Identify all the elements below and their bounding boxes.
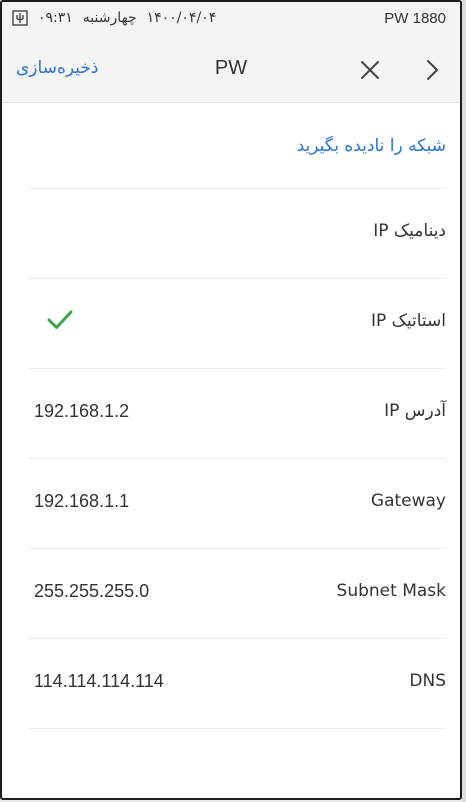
close-icon[interactable] [358, 58, 382, 82]
gateway-label: Gateway [370, 491, 446, 511]
subnet-mask-value: 255.255.255.0 [34, 581, 150, 601]
forget-network-link[interactable]: شبکه را نادیده بگیرید [297, 136, 446, 156]
ip-address-label: آدرس IP [384, 401, 446, 421]
ip-address-row[interactable]: 192.168.1.2 آدرس IP [28, 369, 446, 459]
status-bar: ۰۹:۳۱ چهارشنبه ۱۴۰۰/۰۴/۰۴ PW 1880 [2, 2, 460, 36]
status-time: ۰۹:۳۱ [38, 10, 73, 26]
dynamic-ip-row[interactable]: دینامیک IP [28, 189, 446, 279]
subnet-mask-label: Subnet Mask [336, 581, 446, 601]
phone-screen: ۰۹:۳۱ چهارشنبه ۱۴۰۰/۰۴/۰۴ PW 1880 ذخیره‌… [0, 0, 462, 800]
check-icon [46, 309, 74, 331]
status-day: چهارشنبه [82, 10, 137, 26]
dynamic-ip-label: دینامیک IP [373, 221, 446, 241]
top-app-bar: ذخیره‌سازی PW [2, 36, 460, 103]
static-ip-row[interactable]: استاتیک IP [28, 279, 446, 369]
device-name: PW 1880 [384, 10, 446, 27]
ip-address-value: 192.168.1.2 [34, 401, 130, 421]
forget-network-row[interactable]: شبکه را نادیده بگیرید [28, 102, 446, 189]
static-ip-label: استاتیک IP [370, 311, 446, 331]
background-edge [462, 0, 466, 802]
save-button[interactable]: ذخیره‌سازی [16, 58, 98, 78]
gateway-value: 192.168.1.1 [34, 491, 130, 511]
status-left-group: ۰۹:۳۱ چهارشنبه ۱۴۰۰/۰۴/۰۴ [12, 10, 216, 26]
dns-row[interactable]: 114.114.114.114 DNS [28, 639, 446, 729]
dns-value: 114.114.114.114 [34, 671, 164, 691]
subnet-mask-row[interactable]: 255.255.255.0 Subnet Mask [28, 549, 446, 639]
gateway-row[interactable]: 192.168.1.1 Gateway [28, 459, 446, 549]
chevron-right-icon[interactable] [420, 58, 444, 82]
status-date: ۱۴۰۰/۰۴/۰۴ [146, 10, 217, 26]
dns-label: DNS [409, 671, 446, 691]
usb-icon [12, 10, 28, 26]
network-settings-list: شبکه را نادیده بگیرید دینامیک IP استاتیک… [2, 102, 460, 729]
